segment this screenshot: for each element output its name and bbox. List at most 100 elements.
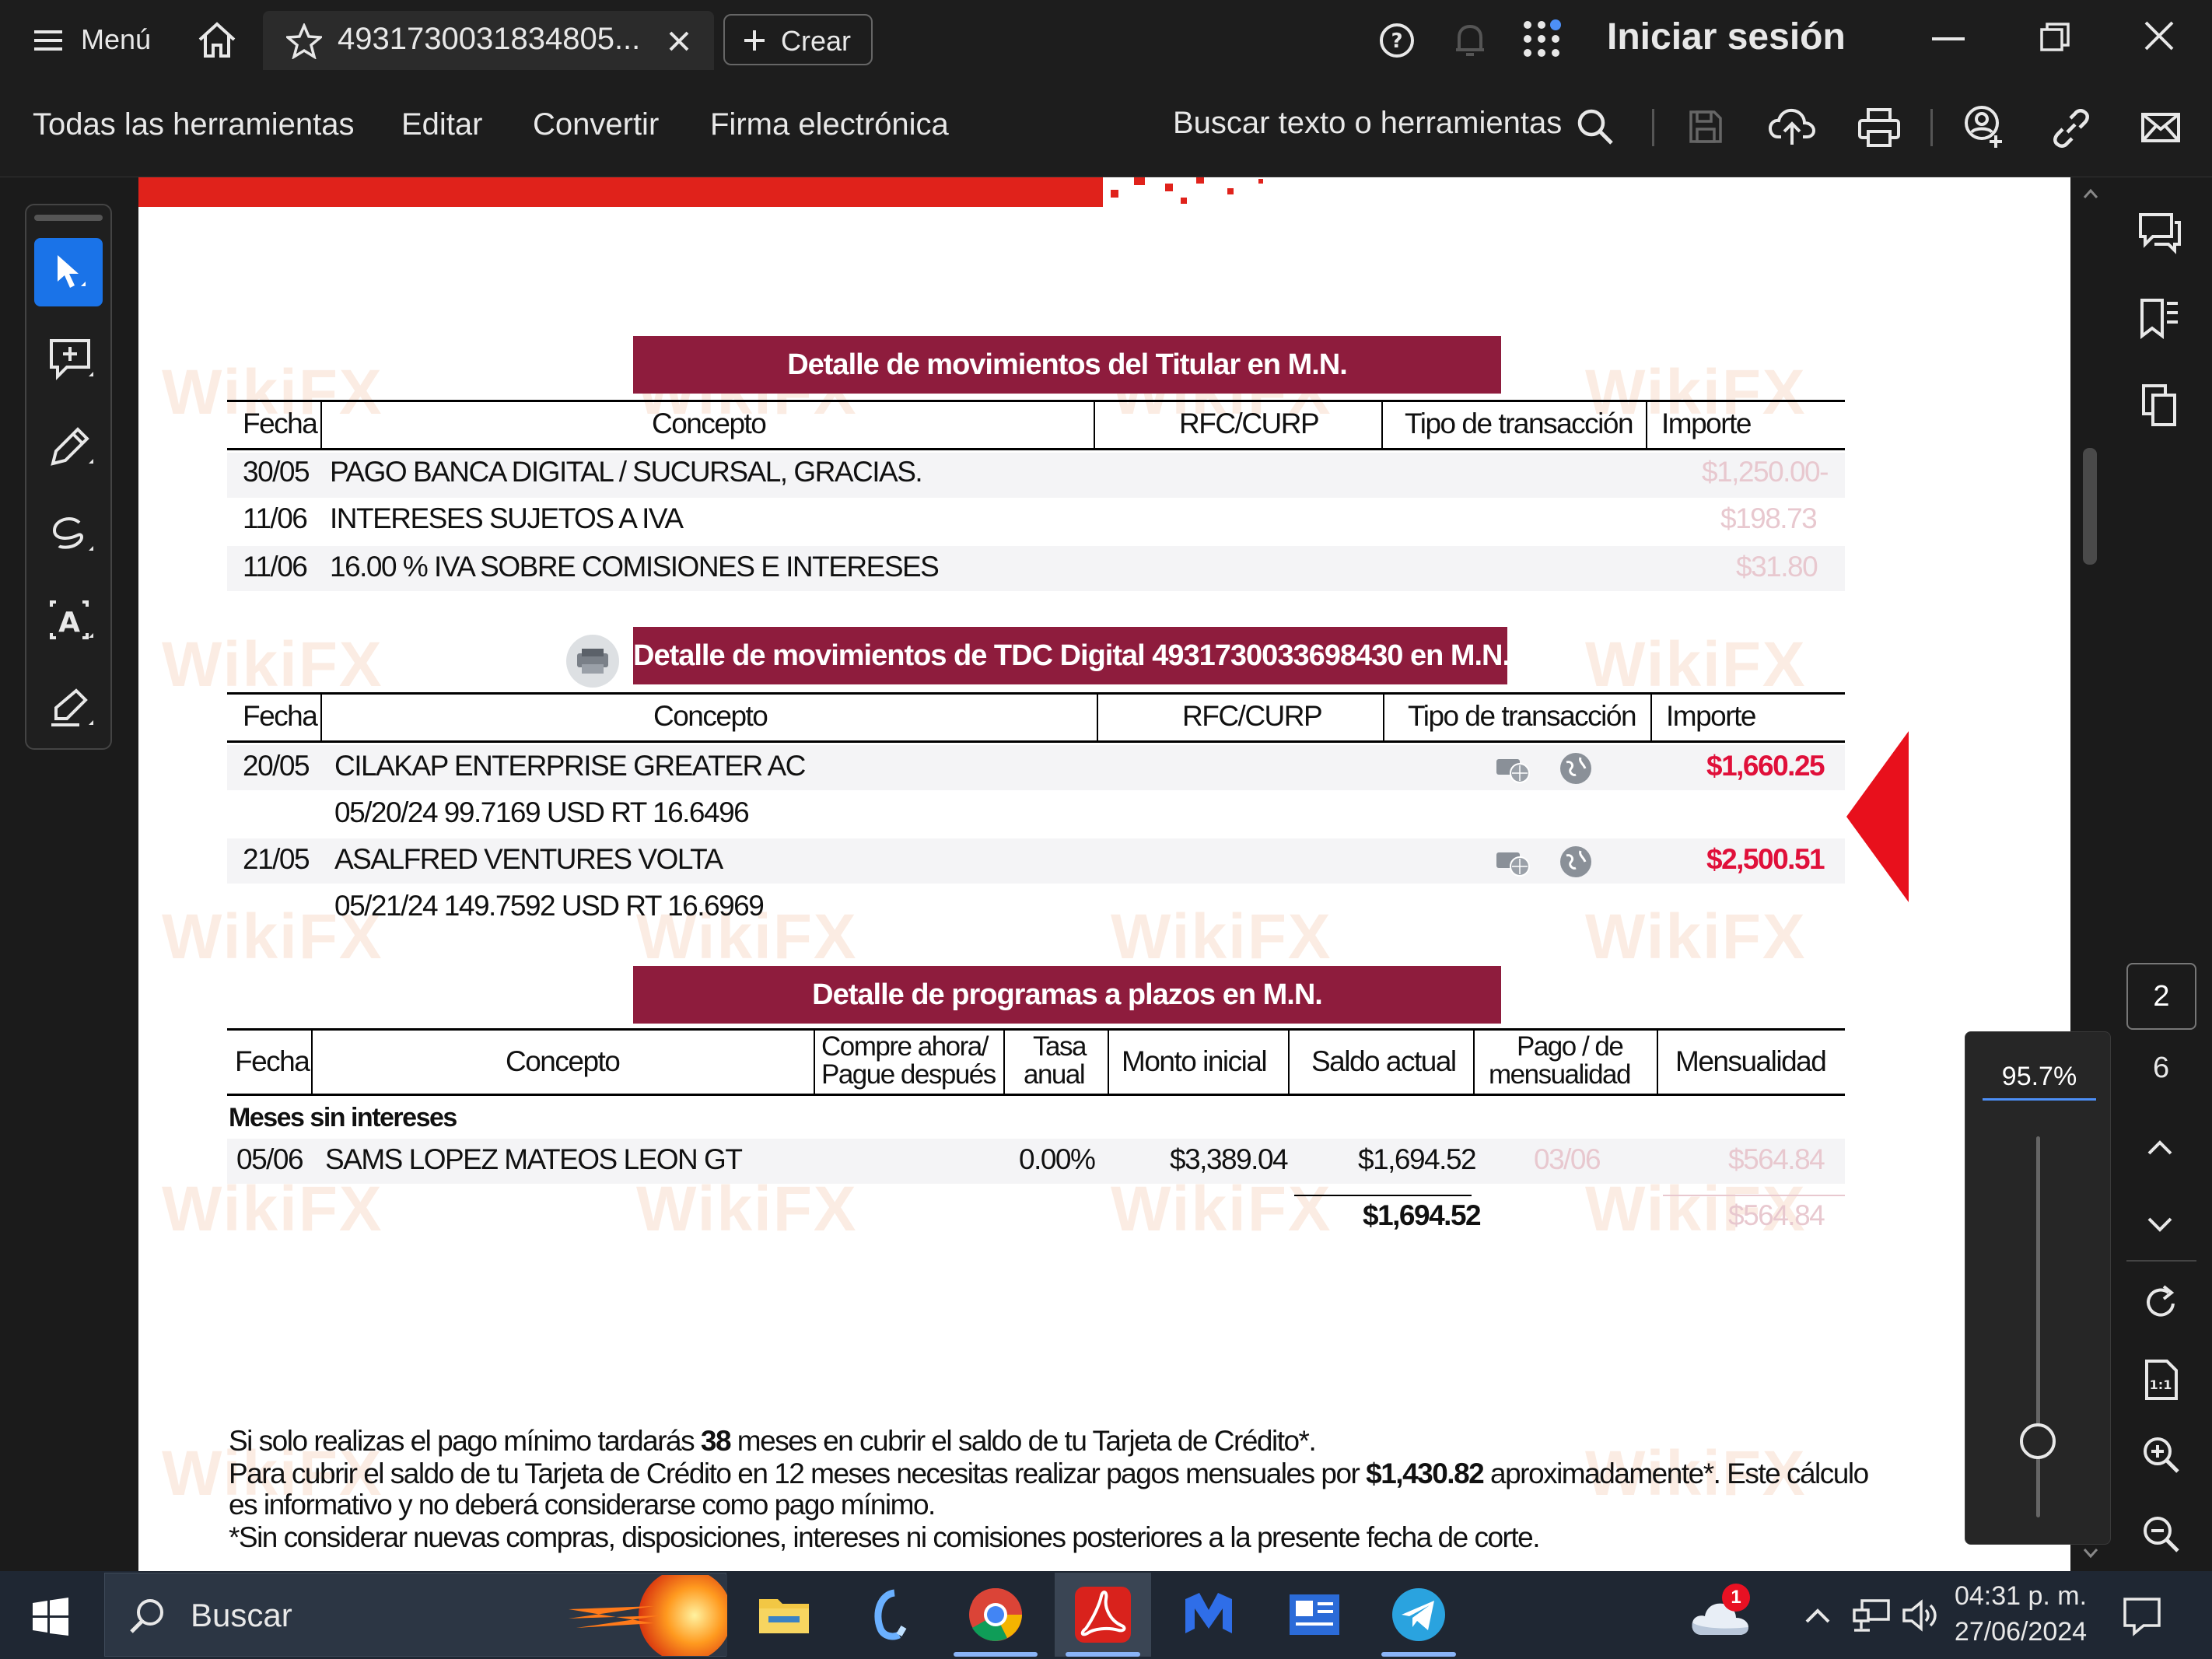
column-header-payment: mensualidad: [1489, 1059, 1631, 1090]
text-box-icon[interactable]: A: [48, 599, 95, 644]
footer-line-4: *Sin considerar nuevas compras, disposic…: [229, 1521, 1541, 1553]
minimize-icon[interactable]: [1932, 37, 1965, 42]
next-page-chevron-icon[interactable]: [2147, 1216, 2173, 1234]
print-icon[interactable]: [1857, 107, 1901, 148]
scrollbar-thumb[interactable]: [2083, 448, 2097, 565]
esign-menu[interactable]: Firma electrónica: [710, 107, 949, 142]
convert-menu[interactable]: Convertir: [533, 107, 659, 142]
column-header-concept: Concepto: [652, 408, 767, 439]
section-title: Detalle de movimientos de TDC Digital 49…: [633, 639, 1510, 672]
zoom-out-icon[interactable]: [2142, 1515, 2181, 1554]
document-tab[interactable]: 4931730031834805...: [263, 11, 714, 70]
cloud-upload-icon[interactable]: [1769, 106, 1815, 148]
chrome-icon[interactable]: [963, 1582, 1028, 1647]
zoom-value-field[interactable]: 95.7%: [1983, 1052, 2096, 1101]
taskbar-search-box[interactable]: Buscar: [104, 1573, 727, 1657]
freehand-draw-icon[interactable]: [48, 512, 95, 557]
close-window-icon[interactable]: [2144, 20, 2175, 51]
add-comment-icon[interactable]: [48, 338, 95, 383]
row-detail: 05/21/24 149.7592 USD RT 16.6969: [334, 890, 765, 922]
save-icon[interactable]: [1688, 109, 1724, 145]
sign-in-link[interactable]: Iniciar sesión: [1607, 16, 1846, 58]
row-concept: INTERESES SUJETOS A IVA: [330, 502, 684, 534]
phone-link-icon[interactable]: [857, 1582, 922, 1647]
telegram-icon[interactable]: [1386, 1582, 1451, 1647]
watermark: WikiFX: [162, 629, 383, 700]
total-balance: $1,694.52: [1363, 1199, 1482, 1231]
help-icon[interactable]: ?: [1378, 22, 1416, 59]
bookmarks-icon[interactable]: [2139, 297, 2181, 341]
row-rate: 0.00%: [1019, 1143, 1096, 1175]
online-card-icon: [1496, 759, 1530, 783]
scroll-up-arrow-icon[interactable]: [2083, 188, 2098, 199]
signature-icon[interactable]: [48, 686, 95, 731]
column-header-concept: Concepto: [506, 1045, 621, 1077]
column-header-type: Tipo de transacción: [1405, 408, 1634, 439]
create-button[interactable]: Crear: [723, 14, 873, 65]
bell-icon[interactable]: [1451, 20, 1489, 61]
malwarebytes-icon[interactable]: [1176, 1582, 1241, 1647]
apps-grid-icon[interactable]: [1521, 19, 1562, 59]
action-center-icon[interactable]: [2122, 1596, 2162, 1636]
link-icon[interactable]: [2052, 109, 2091, 148]
zoom-slider-thumb[interactable]: [2020, 1423, 2056, 1459]
column-header-date: Fecha: [243, 408, 318, 439]
fit-page-icon[interactable]: 1:1: [2144, 1358, 2179, 1402]
windows-start-icon[interactable]: [31, 1598, 70, 1636]
table-rule: [227, 692, 1845, 695]
show-hidden-icons-chevron-icon[interactable]: [1804, 1607, 1831, 1624]
news-app-icon[interactable]: [1282, 1582, 1347, 1647]
menu-button[interactable]: Menú: [28, 19, 160, 62]
rotate-icon[interactable]: [2142, 1283, 2181, 1322]
previous-page-chevron-icon[interactable]: [2147, 1139, 2173, 1156]
share-user-icon[interactable]: [1962, 104, 2007, 149]
row-concept: 16.00 % IVA SOBRE COMISIONES E INTERESES: [330, 551, 940, 583]
volume-icon[interactable]: [1901, 1598, 1941, 1633]
search-icon[interactable]: [1576, 107, 1615, 146]
comments-panel-icon[interactable]: [2137, 212, 2182, 255]
row-initial: $3,389.04: [1170, 1143, 1289, 1175]
row-date: 21/05: [243, 843, 310, 875]
all-tools-menu[interactable]: Todas las herramientas: [33, 107, 355, 142]
column-divider: [311, 1030, 313, 1094]
total-monthly: $564.84: [1728, 1199, 1825, 1231]
page-number-box[interactable]: 2: [2126, 963, 2196, 1030]
row-date: 30/05: [243, 456, 310, 488]
taskbar-clock[interactable]: 04:31 p. m. 27/06/2024: [1951, 1579, 2091, 1654]
document-page[interactable]: WikiFX WikiFX WikiFX WikiFX WikiFX WikiF…: [138, 177, 2070, 1571]
column-header-amount: Importe: [1666, 700, 1756, 732]
total-rule: [1663, 1195, 1845, 1196]
zoom-in-icon[interactable]: [2142, 1436, 2181, 1475]
home-icon[interactable]: [196, 20, 238, 59]
search-tools-input[interactable]: Buscar texto o herramientas: [1173, 106, 1562, 141]
pages-panel-icon[interactable]: [2140, 383, 2179, 428]
edit-menu[interactable]: Editar: [401, 107, 483, 142]
table-rule: [227, 740, 1845, 743]
select-tool-button[interactable]: [34, 238, 103, 306]
watermark: WikiFX: [1585, 901, 1807, 972]
scroll-down-arrow-icon[interactable]: [2083, 1548, 2098, 1559]
close-tab-icon[interactable]: [667, 30, 691, 53]
file-explorer-icon[interactable]: [751, 1582, 817, 1647]
taskbar-search-label: Buscar: [191, 1597, 292, 1633]
clock-date: 27/06/2024: [1954, 1617, 2088, 1647]
current-page: 2: [2153, 980, 2170, 1013]
table-rule: [227, 1028, 1845, 1031]
zoom-value: 95.7%: [2001, 1062, 2077, 1091]
tools-panel-grip[interactable]: [34, 215, 103, 221]
row-date: 11/06: [243, 551, 308, 583]
right-rail: 2 6 1:1: [2109, 177, 2212, 1571]
online-card-icon: [1496, 852, 1530, 877]
row-balance: $1,694.52: [1358, 1143, 1477, 1175]
restore-icon[interactable]: [2039, 22, 2070, 53]
column-divider: [1473, 1030, 1475, 1094]
email-icon[interactable]: [2140, 112, 2181, 143]
footer-line-2: Para cubrir el saldo de tu Tarjeta de Cr…: [229, 1458, 1869, 1489]
highlight-pen-icon[interactable]: [48, 425, 95, 470]
column-header-concept: Concepto: [653, 700, 768, 732]
zoom-slider-track[interactable]: [2036, 1136, 2040, 1517]
column-header-balance: Saldo actual: [1311, 1045, 1457, 1077]
acrobat-taskbar-button[interactable]: [1055, 1573, 1151, 1657]
star-icon[interactable]: [286, 23, 322, 59]
network-icon[interactable]: [1851, 1598, 1892, 1633]
